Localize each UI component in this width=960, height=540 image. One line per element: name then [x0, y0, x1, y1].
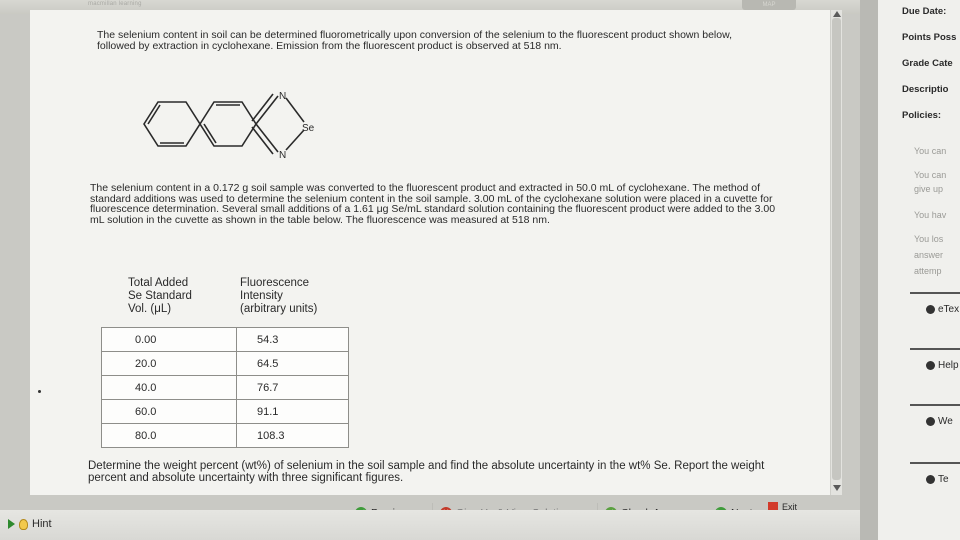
- bullet-icon: [926, 305, 935, 314]
- panel-divider: [910, 462, 960, 464]
- points-label: Points Poss: [902, 32, 957, 43]
- bullet-icon: [926, 361, 935, 370]
- table-header-fluorescence: Fluorescence Intensity (arbitrary units): [240, 277, 318, 315]
- brand-logo-text: macmillan learning: [88, 1, 142, 7]
- table-cell-volume: 40.0: [101, 375, 237, 400]
- data-table: 0.00 54.3 20.0 64.5 40.0 76.7 60.0 91.1 …: [101, 327, 349, 448]
- vertical-scrollbar[interactable]: [830, 10, 842, 495]
- policy-note: You can: [914, 146, 947, 156]
- table-row: 80.0 108.3: [101, 423, 349, 448]
- map-button[interactable]: MAP: [742, 0, 796, 10]
- policy-note: answer: [914, 250, 944, 260]
- due-date-label: Due Date:: [902, 6, 947, 17]
- panel-divider: [910, 292, 960, 294]
- table-cell-intensity: 54.3: [236, 327, 349, 352]
- assignment-info-panel: [860, 0, 960, 540]
- question-intro: The selenium content in soil can be dete…: [97, 29, 733, 52]
- molecule-structure: N Se N: [143, 91, 315, 161]
- bullet-icon: [926, 475, 935, 484]
- table-row: 40.0 76.7: [101, 375, 349, 400]
- web-link[interactable]: We: [926, 416, 953, 427]
- etext-link[interactable]: eTex: [926, 304, 959, 315]
- lightbulb-icon: [19, 518, 28, 530]
- hint-button[interactable]: Hint: [8, 518, 52, 530]
- panel-divider: [910, 348, 960, 350]
- table-cell-volume: 60.0: [101, 399, 237, 424]
- hint-label: Hint: [32, 518, 52, 530]
- policy-note: attemp: [914, 266, 942, 276]
- atom-se: Se: [302, 123, 315, 134]
- question-prompt: Determine the weight percent (wt%) of se…: [88, 460, 765, 484]
- policy-note: You hav: [914, 210, 947, 220]
- table-cell-intensity: 91.1: [236, 399, 349, 424]
- panel-divider: [910, 404, 960, 406]
- policy-note: give up: [914, 184, 944, 194]
- hint-bar: Hint: [0, 510, 860, 540]
- table-cell-intensity: 76.7: [236, 375, 349, 400]
- expand-arrow-icon: [8, 519, 15, 529]
- table-cell-volume: 20.0: [101, 351, 237, 376]
- table-row: 60.0 91.1: [101, 399, 349, 424]
- table-row: 0.00 54.3: [101, 327, 349, 352]
- te-link[interactable]: Te: [926, 474, 949, 485]
- atom-n-bottom: N: [279, 150, 286, 161]
- table-row: 20.0 64.5: [101, 351, 349, 376]
- question-body: The selenium content in a 0.172 g soil s…: [90, 182, 776, 226]
- atom-n-top: N: [279, 91, 286, 102]
- table-cell-volume: 0.00: [101, 327, 237, 352]
- table-cell-volume: 80.0: [101, 423, 237, 448]
- scroll-up-icon[interactable]: [833, 11, 841, 17]
- policy-note: You los: [914, 234, 944, 244]
- table-header-volume: Total Added Se Standard Vol. (μL): [128, 277, 192, 315]
- description-label: Descriptio: [902, 84, 949, 95]
- grade-category-label: Grade Cate: [902, 58, 953, 69]
- bullet-icon: [926, 417, 935, 426]
- scroll-down-icon[interactable]: [833, 485, 841, 491]
- table-cell-intensity: 108.3: [236, 423, 349, 448]
- table-cell-intensity: 64.5: [236, 351, 349, 376]
- scrollbar-thumb[interactable]: [832, 18, 841, 480]
- help-link[interactable]: Help: [926, 360, 959, 371]
- policy-note: You can: [914, 170, 947, 180]
- policies-label: Policies:: [902, 110, 942, 121]
- bullet-dot: [38, 390, 41, 393]
